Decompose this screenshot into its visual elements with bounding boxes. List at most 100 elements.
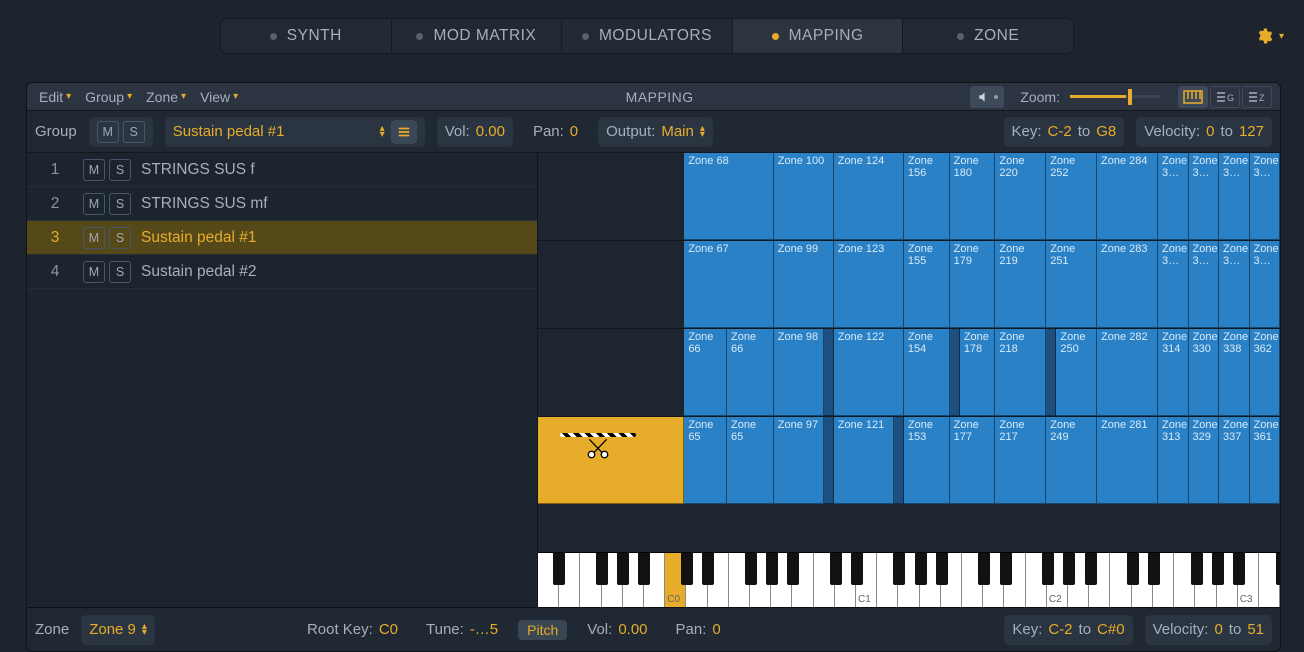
key-low-value[interactable]: C-2 bbox=[1048, 621, 1072, 638]
black-key[interactable] bbox=[638, 553, 650, 585]
black-key[interactable] bbox=[596, 553, 608, 585]
zone-cell[interactable]: Zone 66 bbox=[684, 329, 727, 416]
black-key[interactable] bbox=[702, 553, 714, 585]
zone-cell[interactable]: Zone 362 bbox=[1250, 329, 1280, 416]
zone-cell[interactable]: Zone 154 bbox=[904, 329, 950, 416]
black-key[interactable] bbox=[766, 553, 778, 585]
zone-cell[interactable]: Zone 3… bbox=[1219, 241, 1250, 328]
pan-value[interactable]: 0 bbox=[712, 621, 720, 638]
keyboard[interactable]: C0C1C2C3 bbox=[538, 552, 1280, 607]
view-mode-groups[interactable]: G bbox=[1210, 86, 1240, 108]
pan-value[interactable]: 0 bbox=[570, 123, 578, 140]
black-key[interactable] bbox=[1233, 553, 1245, 585]
black-key[interactable] bbox=[1063, 553, 1075, 585]
tab-mapping[interactable]: MAPPING bbox=[733, 19, 904, 53]
zone-cell[interactable]: Zone 66 bbox=[727, 329, 774, 416]
black-key[interactable] bbox=[681, 553, 693, 585]
zone-cell[interactable]: Zone 282 bbox=[1097, 329, 1158, 416]
zone-cell[interactable]: Zone 122 bbox=[834, 329, 904, 416]
black-key[interactable] bbox=[617, 553, 629, 585]
zone-cell[interactable]: Zone 98 bbox=[774, 329, 824, 416]
zone-cell[interactable] bbox=[824, 417, 834, 504]
settings-menu[interactable]: ▾ bbox=[1255, 18, 1284, 54]
zone-cell[interactable]: Zone 180 bbox=[950, 153, 996, 240]
zone-cell[interactable]: Zone 329 bbox=[1189, 417, 1220, 504]
vel-low-value[interactable]: 0 bbox=[1214, 621, 1222, 638]
zone-name-value[interactable]: Zone 9 bbox=[89, 621, 136, 638]
solo-button[interactable]: S bbox=[109, 193, 131, 215]
menu-view[interactable]: View▾ bbox=[200, 89, 238, 105]
zone-cell[interactable]: Zone 217 bbox=[995, 417, 1046, 504]
tab-modmatrix[interactable]: MOD MATRIX bbox=[392, 19, 563, 53]
output-value[interactable]: Main bbox=[661, 123, 694, 140]
tab-modulators[interactable]: MODULATORS bbox=[562, 19, 733, 53]
zone-cell[interactable]: Zone 178 bbox=[960, 329, 996, 416]
pitch-button[interactable]: Pitch bbox=[518, 620, 567, 640]
zone-cell[interactable]: Zone 153 bbox=[904, 417, 950, 504]
solo-button[interactable]: S bbox=[109, 261, 131, 283]
black-key[interactable] bbox=[745, 553, 757, 585]
zone-cell[interactable]: Zone 252 bbox=[1046, 153, 1097, 240]
group-list-button[interactable] bbox=[391, 120, 417, 144]
mute-button[interactable]: M bbox=[83, 159, 105, 181]
key-low-value[interactable]: C-2 bbox=[1048, 123, 1072, 140]
menu-group[interactable]: Group▾ bbox=[85, 89, 132, 105]
group-row[interactable]: 4MSSustain pedal #2 bbox=[27, 255, 537, 289]
zone-cell[interactable]: Zone 3… bbox=[1158, 153, 1189, 240]
zone-cell[interactable]: Zone 337 bbox=[1219, 417, 1250, 504]
tune-value[interactable]: -…5 bbox=[470, 621, 498, 638]
black-key[interactable] bbox=[830, 553, 842, 585]
group-name-selector[interactable]: Sustain pedal #1 bbox=[173, 123, 374, 140]
view-mode-keymap[interactable] bbox=[1178, 86, 1208, 108]
stepper-icon[interactable]: ▴▾ bbox=[142, 624, 147, 636]
mute-button[interactable]: M bbox=[83, 193, 105, 215]
zone-cell[interactable]: Zone 249 bbox=[1046, 417, 1097, 504]
zone-cell[interactable]: Zone 314 bbox=[1158, 329, 1189, 416]
zone-cell[interactable]: Zone 219 bbox=[995, 241, 1046, 328]
group-row[interactable]: 3MSSustain pedal #1 bbox=[27, 221, 537, 255]
root-key-value[interactable]: C0 bbox=[379, 621, 398, 638]
view-mode-zones[interactable]: Z bbox=[1242, 86, 1272, 108]
solo-button[interactable]: S bbox=[109, 159, 131, 181]
vel-high-value[interactable]: 51 bbox=[1247, 621, 1264, 638]
zone-cell[interactable]: Zone 99 bbox=[774, 241, 834, 328]
zone-cell[interactable] bbox=[824, 329, 834, 416]
zone-cell[interactable]: Zone 284 bbox=[1097, 153, 1158, 240]
zone-cell[interactable]: Zone 361 bbox=[1250, 417, 1280, 504]
zone-cell[interactable]: Zone 330 bbox=[1189, 329, 1220, 416]
zone-cell[interactable] bbox=[894, 417, 904, 504]
key-high-value[interactable]: G8 bbox=[1096, 123, 1116, 140]
zone-cell[interactable]: Zone 338 bbox=[1219, 329, 1250, 416]
zone-cell[interactable]: Zone 179 bbox=[950, 241, 996, 328]
zone-cell[interactable]: Zone 3… bbox=[1158, 241, 1189, 328]
menu-zone[interactable]: Zone▾ bbox=[146, 89, 186, 105]
black-key[interactable] bbox=[978, 553, 990, 585]
zone-cell[interactable]: Zone 97 bbox=[774, 417, 824, 504]
black-key[interactable] bbox=[1212, 553, 1224, 585]
zone-cell[interactable]: Zone 313 bbox=[1158, 417, 1189, 504]
black-key[interactable] bbox=[893, 553, 905, 585]
black-key[interactable] bbox=[1085, 553, 1097, 585]
zone-cell[interactable]: Zone 218 bbox=[995, 329, 1046, 416]
audition-button[interactable] bbox=[970, 86, 1004, 108]
zone-map[interactable]: Zone 68Zone 100Zone 124Zone 156Zone 180Z… bbox=[538, 153, 1280, 607]
black-key[interactable] bbox=[553, 553, 565, 585]
vel-high-value[interactable]: 127 bbox=[1239, 123, 1264, 140]
black-key[interactable] bbox=[915, 553, 927, 585]
zone-cell[interactable]: Zone 156 bbox=[904, 153, 950, 240]
black-key[interactable] bbox=[787, 553, 799, 585]
zone-cell[interactable]: Zone 3… bbox=[1250, 241, 1281, 328]
stepper-icon[interactable]: ▴▾ bbox=[700, 126, 705, 138]
vol-value[interactable]: 0.00 bbox=[618, 621, 647, 638]
zone-cell[interactable]: Zone 3… bbox=[1219, 153, 1250, 240]
slider-thumb[interactable] bbox=[1128, 89, 1132, 105]
zone-cell[interactable]: Zone 3… bbox=[1250, 153, 1281, 240]
zone-cell[interactable]: Zone 65 bbox=[727, 417, 774, 504]
zone-cell[interactable]: Zone 121 bbox=[834, 417, 894, 504]
solo-button[interactable]: S bbox=[109, 227, 131, 249]
stepper-icon[interactable]: ▴▾ bbox=[380, 126, 385, 138]
zone-cell[interactable]: Zone 283 bbox=[1097, 241, 1158, 328]
black-key[interactable] bbox=[1042, 553, 1054, 585]
vel-low-value[interactable]: 0 bbox=[1206, 123, 1214, 140]
vol-value[interactable]: 0.00 bbox=[476, 123, 505, 140]
